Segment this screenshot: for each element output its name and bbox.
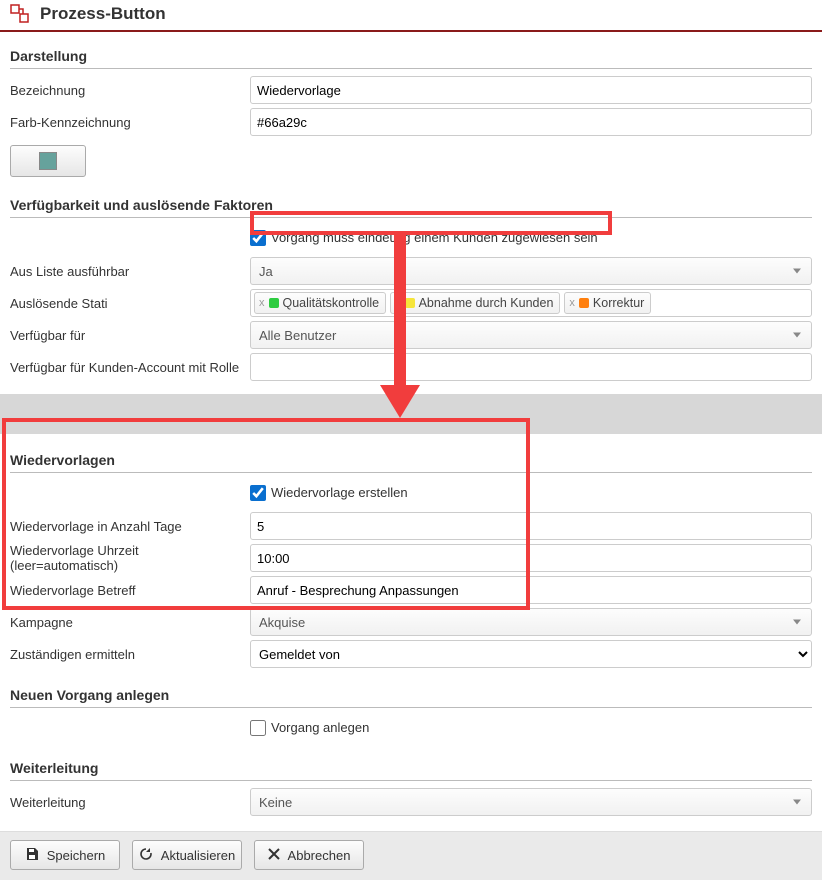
status-color-icon <box>269 298 279 308</box>
checkbox-vorgang-anlegen-label: Vorgang anlegen <box>271 720 369 735</box>
input-farb[interactable] <box>250 108 812 136</box>
dropdown-weiterleitung-value: Keine <box>259 795 292 810</box>
label-zust: Zuständigen ermitteln <box>10 647 250 662</box>
label-betreff: Wiedervorlage Betreff <box>10 583 250 598</box>
close-icon[interactable]: x <box>395 297 401 309</box>
floppy-icon <box>25 847 39 864</box>
input-betreff[interactable] <box>250 576 812 604</box>
page-header: Prozess-Button <box>0 0 822 32</box>
checkbox-vorgang-anlegen[interactable]: Vorgang anlegen <box>250 720 369 736</box>
label-kampagne: Kampagne <box>10 615 250 630</box>
checkbox-wiedervorlage-box[interactable] <box>250 485 266 501</box>
cancel-button-label: Abbrechen <box>288 848 351 863</box>
input-uhrzeit[interactable] <box>250 544 812 572</box>
label-weiterleitung: Weiterleitung <box>10 795 250 810</box>
tag-label: Qualitätskontrolle <box>283 296 380 310</box>
page-title: Prozess-Button <box>40 4 166 24</box>
save-button-label: Speichern <box>47 848 106 863</box>
refresh-button-label: Aktualisieren <box>161 848 235 863</box>
label-bezeichnung: Bezeichnung <box>10 83 250 98</box>
checkbox-wiedervorlage-label: Wiedervorlage erstellen <box>271 485 408 500</box>
dropdown-aus-liste-value: Ja <box>259 264 273 279</box>
section-weiterleitung-title: Weiterleitung <box>10 754 812 781</box>
section-divider <box>0 394 822 434</box>
label-uhrzeit: Wiedervorlage Uhrzeit (leer=automatisch) <box>10 543 250 573</box>
tagbox-rolle[interactable] <box>250 353 812 381</box>
close-icon <box>268 848 280 863</box>
select-zust[interactable]: Gemeldet von <box>250 640 812 668</box>
checkbox-vorgang-kunde-box[interactable] <box>250 230 266 246</box>
label-aus-liste: Aus Liste ausführbar <box>10 264 250 279</box>
tag-label: Abnahme durch Kunden <box>419 296 554 310</box>
color-picker-button[interactable] <box>10 145 86 177</box>
dropdown-verfuegbar-value: Alle Benutzer <box>259 328 336 343</box>
refresh-button[interactable]: Aktualisieren <box>132 840 242 870</box>
tag-stati-1[interactable]: x Abnahme durch Kunden <box>390 292 560 314</box>
tag-stati-2[interactable]: x Korrektur <box>564 292 651 314</box>
dropdown-verfuegbar[interactable]: Alle Benutzer <box>250 321 812 349</box>
section-verfuegbarkeit-title: Verfügbarkeit und auslösende Faktoren <box>10 191 812 218</box>
refresh-icon <box>139 847 153 864</box>
status-color-icon <box>579 298 589 308</box>
input-tage[interactable] <box>250 512 812 540</box>
status-color-icon <box>405 298 415 308</box>
tag-stati-0[interactable]: x Qualitätskontrolle <box>254 292 386 314</box>
action-bar: Speichern Aktualisieren Abbrechen <box>0 831 822 880</box>
label-rolle: Verfügbar für Kunden-Account mit Rolle <box>10 360 250 375</box>
input-bezeichnung[interactable] <box>250 76 812 104</box>
checkbox-wiedervorlage[interactable]: Wiedervorlage erstellen <box>250 485 408 501</box>
palette-icon <box>39 152 57 170</box>
section-darstellung-title: Darstellung <box>10 42 812 69</box>
checkbox-vorgang-anlegen-box[interactable] <box>250 720 266 736</box>
tagbox-stati[interactable]: x Qualitätskontrolle x Abnahme durch Kun… <box>250 289 812 317</box>
process-button-icon <box>10 4 30 24</box>
checkbox-vorgang-kunde[interactable]: Vorgang muss eindeutig einem Kunden zuge… <box>250 230 598 246</box>
dropdown-aus-liste[interactable]: Ja <box>250 257 812 285</box>
dropdown-kampagne-value: Akquise <box>259 615 305 630</box>
dropdown-kampagne[interactable]: Akquise <box>250 608 812 636</box>
label-farb: Farb-Kennzeichnung <box>10 115 250 130</box>
checkbox-vorgang-kunde-label: Vorgang muss eindeutig einem Kunden zuge… <box>271 230 598 245</box>
dropdown-weiterleitung[interactable]: Keine <box>250 788 812 816</box>
label-verfuegbar: Verfügbar für <box>10 328 250 343</box>
label-tage: Wiedervorlage in Anzahl Tage <box>10 519 250 534</box>
close-icon[interactable]: x <box>259 297 265 309</box>
tag-label: Korrektur <box>593 296 644 310</box>
close-icon[interactable]: x <box>569 297 575 309</box>
section-neu-title: Neuen Vorgang anlegen <box>10 681 812 708</box>
save-button[interactable]: Speichern <box>10 840 120 870</box>
section-wiedervorlagen-title: Wiedervorlagen <box>10 446 812 473</box>
cancel-button[interactable]: Abbrechen <box>254 840 364 870</box>
label-stati: Auslösende Stati <box>10 296 250 311</box>
